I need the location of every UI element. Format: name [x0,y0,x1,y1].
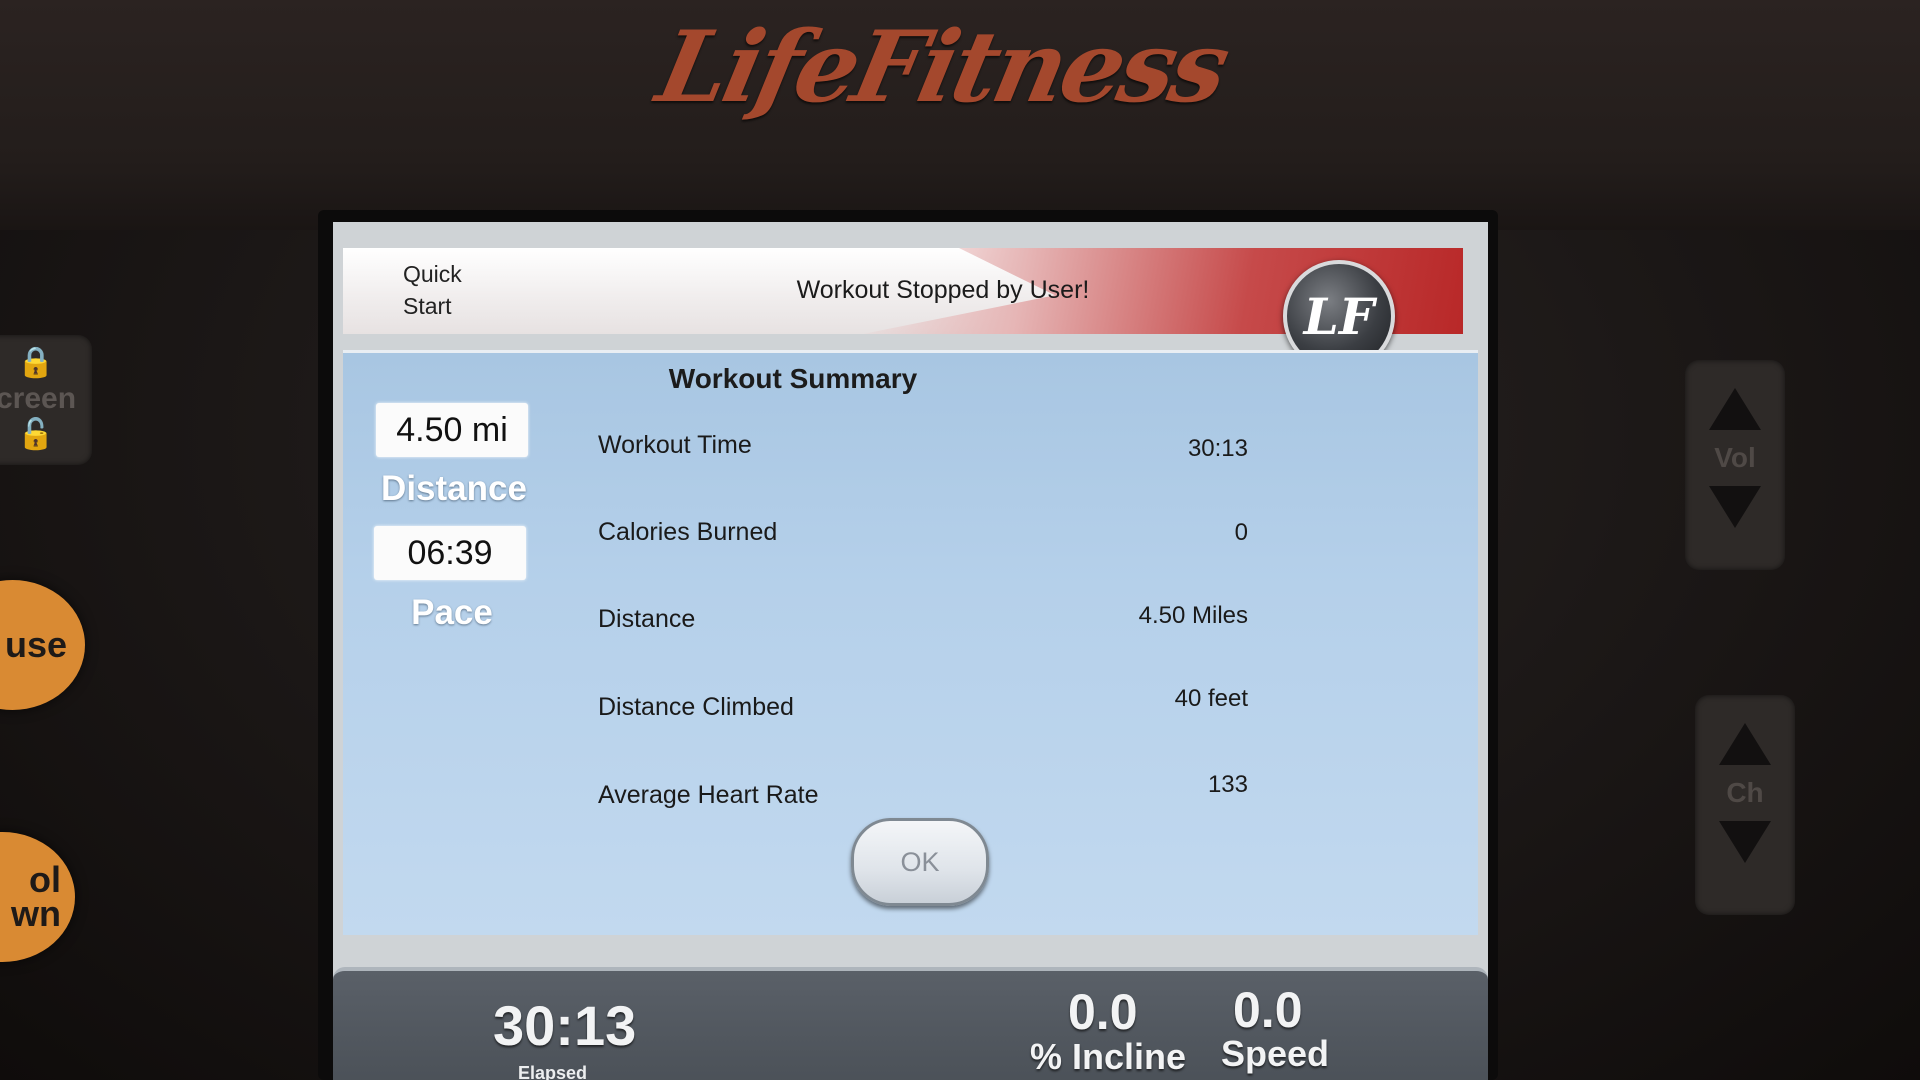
row-label-distance: Distance [598,605,696,633]
incline-value: 0.0 [1068,984,1138,1040]
row-label-calories: Calories Burned [598,518,778,546]
cool-down-button[interactable]: ol wn [0,832,75,962]
speed-label: Speed [1221,1033,1330,1074]
unlock-icon: 🔓 [17,418,55,451]
brand-logo: LifeFitness [648,10,1236,125]
status-bar: 30:13 Elapsed 0.0 % Incline 0.0 Speed [333,967,1488,1080]
volume-control: Vol [1685,360,1785,570]
speed-value: 0.0 [1233,982,1303,1038]
volume-label: Vol [1714,442,1756,473]
cool-down-label-line2: wn [11,893,61,934]
ok-button[interactable]: OK [851,818,989,906]
volume-up-icon[interactable] [1709,388,1761,430]
row-label-workout-time: Workout Time [598,431,752,459]
row-value-distance-climbed: 40 feet [1174,685,1248,712]
channel-control: Ch [1695,695,1795,915]
elapsed-label: Elapsed [518,1063,588,1080]
row-value-distance: 4.50 Miles [1138,602,1248,629]
pause-label: use [4,624,67,665]
cool-down-label-line1: ol [29,859,61,900]
row-label-average-heart-rate: Average Heart Rate [598,781,819,809]
pace-value-box: 06:39 [374,526,526,580]
display-screen: Quick Start Workout Stopped by User! LF … [333,222,1488,1080]
distance-value-box: 4.50 mi [376,403,528,457]
pace-label: Pace [411,593,493,632]
incline-label: % Incline [1030,1036,1187,1077]
workout-summary-panel: Workout Summary 4.50 mi Distance 06:39 P… [343,350,1478,935]
screen-lock-label: creen [0,382,77,415]
channel-down-icon[interactable] [1719,821,1771,863]
row-value-average-heart-rate: 133 [1207,771,1248,798]
quick-start-line1: Quick [403,261,462,287]
channel-label: Ch [1726,777,1764,808]
console-bezel: LifeFitness [0,0,1920,230]
summary-title: Workout Summary [668,363,918,394]
lock-icon: 🔒 [17,346,55,379]
row-value-workout-time: 30:13 [1187,435,1248,462]
row-label-distance-climbed: Distance Climbed [598,693,794,721]
volume-down-icon[interactable] [1709,486,1761,528]
status-message: Workout Stopped by User! [796,276,1090,304]
elapsed-value: 30:13 [493,994,637,1057]
screen-lock-button[interactable]: 🔒 creen 🔓 [0,335,92,465]
quick-start-line2: Start [403,293,452,319]
distance-label: Distance [381,469,527,508]
pause-button[interactable]: use [0,580,85,710]
channel-up-icon[interactable] [1719,723,1771,765]
row-value-calories: 0 [1234,519,1248,546]
quick-start-button[interactable]: Quick Start [403,258,503,322]
